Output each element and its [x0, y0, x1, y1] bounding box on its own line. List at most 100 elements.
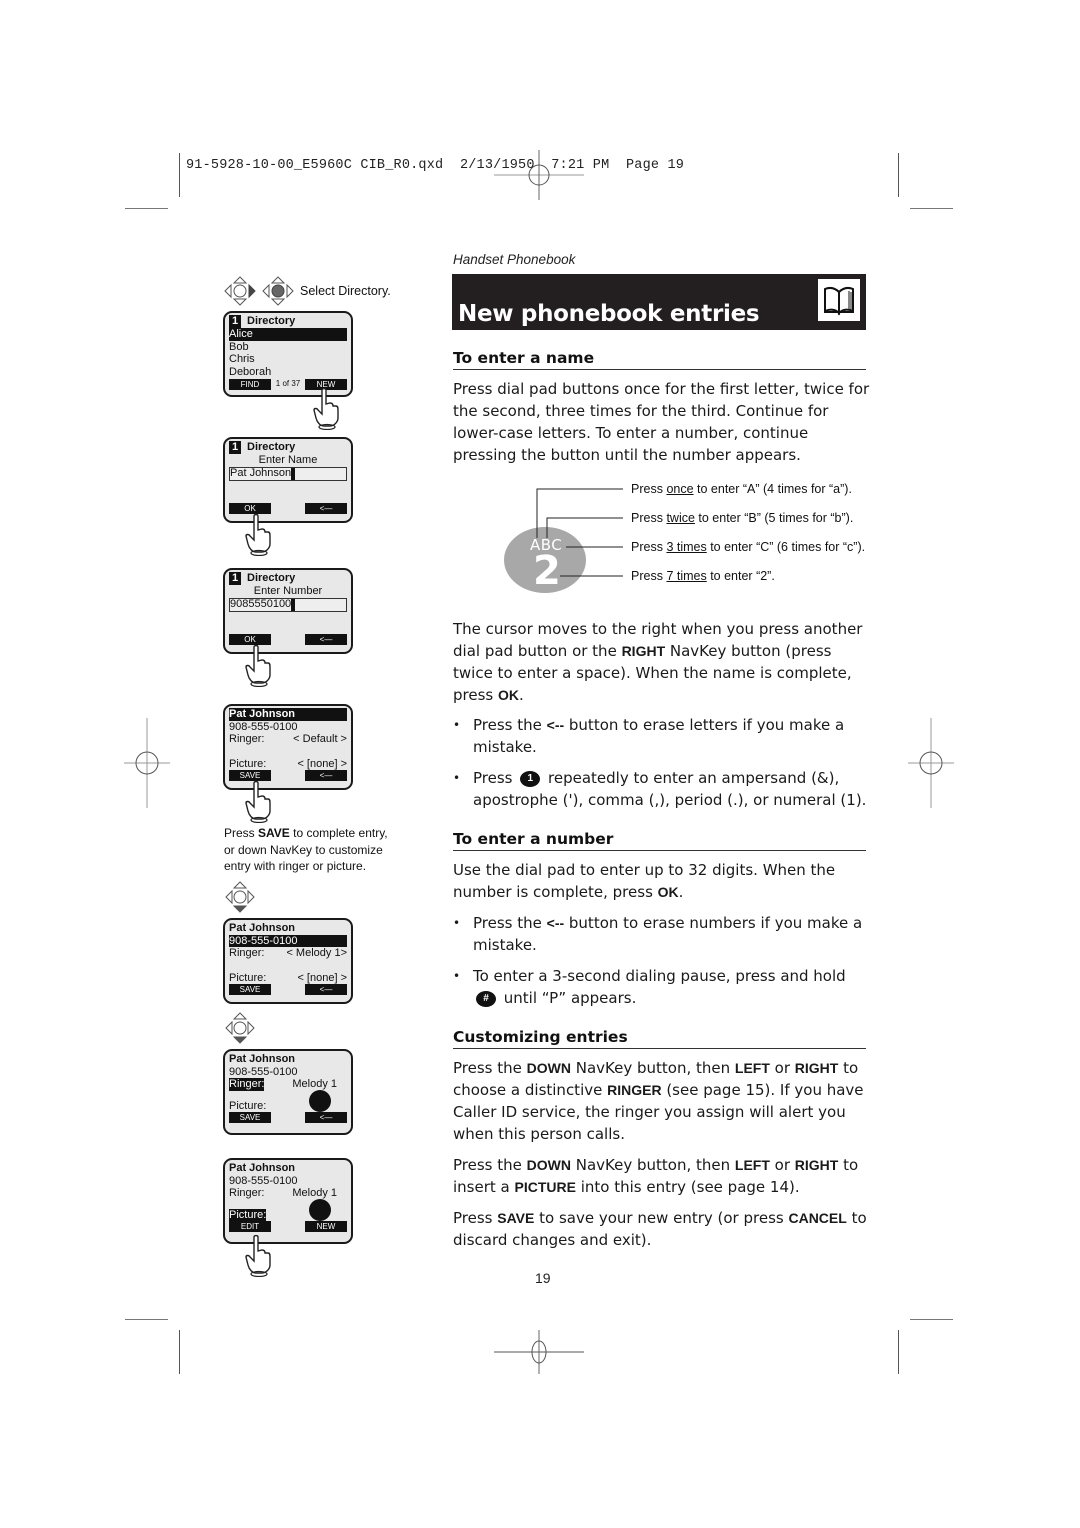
- save-softkey[interactable]: SAVE: [229, 770, 271, 781]
- directory-number: 1: [229, 572, 241, 585]
- ringer-row[interactable]: Ringer: < Default >: [229, 733, 347, 746]
- list-item-selected[interactable]: Alice: [229, 328, 347, 341]
- text-cursor: [291, 467, 296, 480]
- ringer-value: Melody 1: [292, 1078, 337, 1090]
- entry-number: 908-555-0100: [229, 934, 347, 947]
- bullet-erase-letters: Press the <-- button to erase letters if…: [453, 714, 871, 758]
- page-number: 19: [535, 1270, 551, 1286]
- screen-prompt: Enter Name: [258, 454, 318, 466]
- backspace-softkey[interactable]: <—: [305, 984, 347, 995]
- enter-number-intro: Use the dial pad to enter up to 32 digit…: [453, 861, 836, 901]
- find-softkey[interactable]: FIND: [229, 378, 271, 390]
- ringer-row[interactable]: Ringer: < Melody 1>: [229, 947, 347, 960]
- ringer-row[interactable]: Ringer: Melody 1: [229, 1187, 347, 1200]
- callout-once: Press once to enter “A” (4 times for “a”…: [631, 482, 852, 496]
- open-book-icon: [818, 279, 860, 321]
- save-softkey[interactable]: SAVE: [229, 1112, 271, 1123]
- navkey-select-icon: [262, 276, 294, 306]
- picture-row[interactable]: Picture:: [229, 1198, 347, 1221]
- ringer-value: < Melody 1>: [286, 947, 347, 959]
- handset-screen-entry-default: Pat Johnson 908-555-0100 Ringer: < Defau…: [223, 704, 353, 790]
- picture-thumbnail: [309, 1198, 331, 1221]
- list-item[interactable]: Bob: [229, 341, 347, 354]
- save-instruction: Press SAVE to complete entry, or down Na…: [224, 826, 388, 873]
- customizing-save: Press SAVE to save your new entry (or pr…: [453, 1209, 867, 1249]
- navkey-right-icon: [224, 276, 256, 306]
- number-input[interactable]: 9085550100: [229, 597, 347, 612]
- screen-title: Directory: [247, 572, 296, 585]
- crop-mark: [179, 153, 180, 197]
- picture-thumbnail: [309, 1089, 331, 1112]
- screen-prompt: Enter Number: [253, 585, 323, 597]
- backspace-softkey[interactable]: <—: [305, 770, 347, 781]
- entry-name: Pat Johnson: [229, 1053, 296, 1065]
- registration-mark-bottom: [494, 1330, 584, 1374]
- bullet-erase-numbers: Press the <-- button to erase numbers if…: [453, 912, 871, 956]
- heading-enter-number: To enter a number: [453, 830, 866, 851]
- screen-title: Directory: [247, 441, 296, 454]
- picture-row[interactable]: Picture: < [none] >: [229, 758, 347, 771]
- handset-screen-picture-selected: Pat Johnson 908-555-0100 Ringer: Melody …: [223, 1158, 353, 1244]
- new-softkey[interactable]: NEW: [305, 1221, 347, 1232]
- navkey-down-icon: [225, 1012, 255, 1044]
- callout-twice: Press twice to enter “B” (5 times for “b…: [631, 511, 854, 525]
- picture-value: < [none] >: [297, 971, 347, 984]
- save-softkey[interactable]: SAVE: [229, 984, 271, 995]
- key-number: 2: [533, 548, 561, 594]
- ringer-row[interactable]: Ringer: Melody 1: [229, 1078, 347, 1091]
- crop-mark: [898, 1330, 899, 1374]
- text-cursor: [291, 598, 296, 611]
- handset-screen-ringer-selected: Pat Johnson 908-555-0100 Ringer: Melody …: [223, 1049, 353, 1135]
- entry-number: 908-555-0100: [229, 1174, 298, 1187]
- crop-mark: [125, 208, 168, 209]
- directory-number: 1: [229, 315, 241, 328]
- ok-softkey[interactable]: OK: [229, 502, 271, 514]
- heading-enter-name: To enter a name: [453, 349, 866, 370]
- backspace-softkey[interactable]: <—: [305, 633, 347, 645]
- ok-softkey[interactable]: OK: [229, 633, 271, 645]
- dial-key-diagram: [504, 488, 623, 593]
- navkey-down-icon: [225, 881, 255, 913]
- entry-counter: 1 of 37: [275, 379, 301, 388]
- customizing-picture: Press the DOWN NavKey button, then LEFT …: [453, 1156, 859, 1196]
- entry-name: Pat Johnson: [229, 922, 296, 934]
- registration-mark-right: [908, 718, 954, 808]
- ringer-value: < Default >: [293, 733, 347, 745]
- crop-mark: [179, 1330, 180, 1374]
- entry-number: 908-555-0100: [229, 720, 298, 733]
- file-slug: 91-5928-10-00_E5960C CIB_R0.qxd 2/13/195…: [186, 158, 685, 173]
- list-item[interactable]: Deborah: [229, 366, 347, 379]
- entry-name: Pat Johnson: [229, 708, 347, 721]
- pointing-hand-icon: [313, 388, 339, 430]
- name-input[interactable]: Pat Johnson: [229, 466, 347, 481]
- page-title: New phonebook entries: [458, 301, 760, 327]
- list-item[interactable]: Chris: [229, 353, 347, 366]
- pointing-hand-icon: [245, 1235, 271, 1277]
- key-pound-icon: #: [476, 990, 496, 1007]
- nav-instruction: Select Directory.: [224, 276, 391, 306]
- customizing-ringer: Press the DOWN NavKey button, then LEFT …: [453, 1059, 864, 1143]
- crop-mark: [125, 1319, 168, 1320]
- callout-three-times: Press 3 times to enter “C” (6 times for …: [631, 540, 866, 554]
- pointing-hand-icon: [245, 514, 271, 556]
- edit-softkey[interactable]: EDIT: [229, 1221, 271, 1232]
- section-label: Handset Phonebook: [453, 252, 576, 267]
- picture-row[interactable]: Picture: < [none] >: [229, 972, 347, 985]
- enter-name-intro: Press dial pad buttons once for the firs…: [453, 380, 870, 464]
- title-banner: New phonebook entries: [452, 274, 866, 330]
- handset-screen-enter-name: 1 Directory Enter Name Pat Johnson OK <—: [223, 437, 353, 523]
- backspace-softkey[interactable]: <—: [305, 1112, 347, 1123]
- handset-screen-enter-number: 1 Directory Enter Number 9085550100 OK <…: [223, 568, 353, 654]
- bullet-key-one: Press 1 repeatedly to enter an ampersand…: [453, 767, 871, 811]
- entry-name: Pat Johnson: [229, 1162, 296, 1174]
- key-1-icon: 1: [520, 770, 541, 787]
- pointing-hand-icon: [245, 781, 271, 823]
- ringer-value: Melody 1: [292, 1187, 337, 1199]
- crop-mark: [910, 208, 953, 209]
- nav-caption: Select Directory.: [300, 284, 391, 298]
- crop-mark: [898, 153, 899, 197]
- pointing-hand-icon: [245, 645, 271, 687]
- backspace-softkey[interactable]: <—: [305, 502, 347, 514]
- picture-row[interactable]: Picture:: [229, 1089, 347, 1113]
- registration-mark-left: [124, 718, 170, 808]
